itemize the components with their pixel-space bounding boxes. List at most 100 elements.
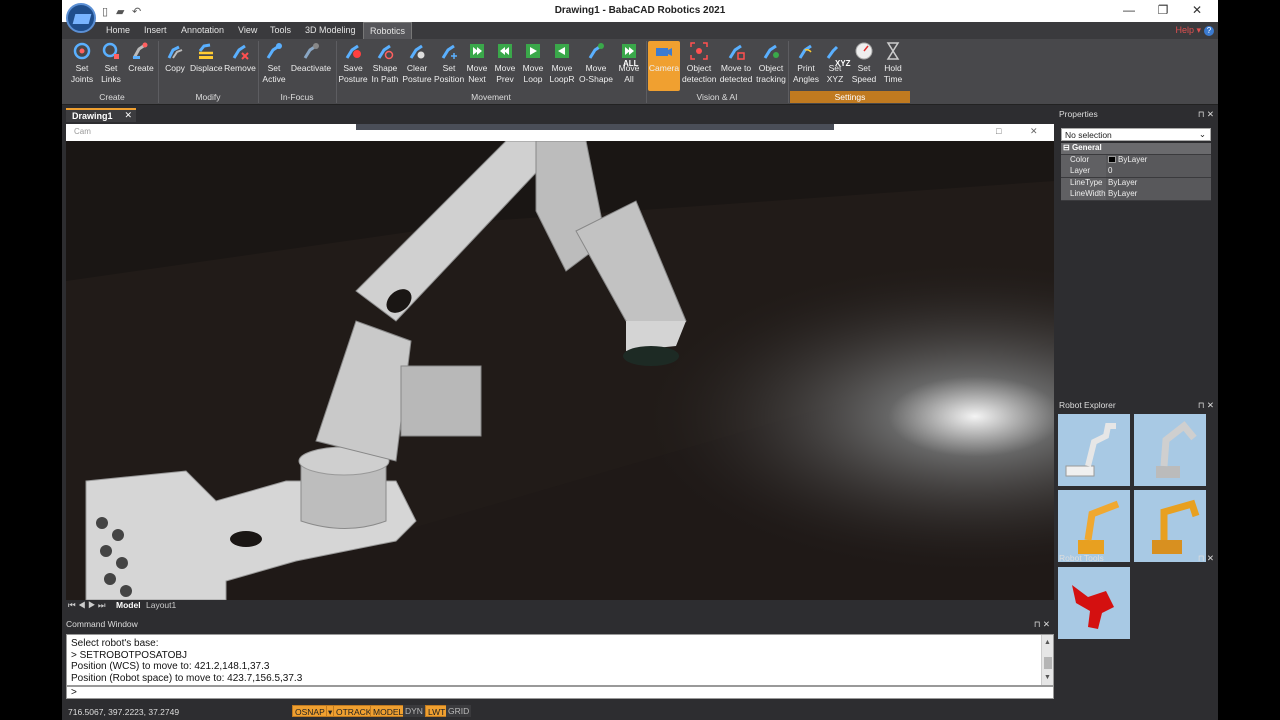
tab-tools[interactable]: Tools: [270, 25, 291, 35]
otrack-toggle[interactable]: OTRACK: [333, 705, 375, 717]
displace-button[interactable]: Displace: [190, 41, 223, 91]
object-detection-label-2: detection: [682, 74, 717, 84]
cam-maximize-icon[interactable]: □: [996, 126, 1001, 136]
robot-thumbnail[interactable]: [1134, 414, 1206, 486]
camera-button[interactable]: Camera: [648, 41, 680, 91]
move-loopr-button[interactable]: Move LoopR: [548, 41, 576, 91]
group-settings: Settings: [790, 91, 910, 103]
hold-time-button[interactable]: Hold Time: [880, 41, 906, 91]
deactivate-button[interactable]: Deactivate: [290, 41, 332, 91]
close-document-icon[interactable]: ✕: [124, 110, 132, 121]
set-active-button[interactable]: Set Active: [260, 41, 288, 91]
grid-toggle[interactable]: GRID: [446, 705, 472, 717]
robot-tools-pin-close-icon[interactable]: ⊓ ✕: [1198, 553, 1214, 564]
move-loop-button[interactable]: Move Loop: [520, 41, 546, 91]
set-active-label-2: Active: [262, 74, 286, 84]
title-bar: ▯ ▰ ↶ Drawing1 - BabaCAD Robotics 2021 —…: [62, 0, 1218, 33]
tab-insert[interactable]: Insert: [144, 25, 167, 35]
scroll-up-icon[interactable]: ▲: [1044, 637, 1051, 649]
property-row[interactable]: LineWidth ByLayer: [1061, 189, 1211, 201]
set-position-label-2: Position: [434, 74, 465, 84]
property-value[interactable]: 0: [1106, 166, 1211, 177]
gripper-tool-icon: [1072, 585, 1114, 629]
command-line: > SETROBOTPOSATOBJ: [71, 649, 188, 661]
set-speed-button[interactable]: Set Speed: [850, 41, 878, 91]
document-tab[interactable]: Drawing1 ✕: [66, 108, 136, 122]
create-button[interactable]: Create: [126, 41, 156, 91]
drawing-viewport[interactable]: Cam □ ✕: [66, 124, 1054, 600]
pin-close-icon[interactable]: ⊓ ✕: [1034, 619, 1050, 630]
scroll-down-icon[interactable]: ▼: [1044, 672, 1051, 684]
property-row[interactable]: Color ByLayer: [1061, 154, 1211, 166]
set-joints-button[interactable]: Set Joints: [68, 41, 96, 91]
copy-button[interactable]: Copy: [162, 41, 188, 91]
tab-annotation[interactable]: Annotation: [181, 25, 224, 35]
object-tracking-button[interactable]: Object tracking: [756, 41, 786, 91]
move-to-detected-label-2: detected: [719, 74, 753, 84]
dyn-toggle[interactable]: DYN: [403, 705, 425, 717]
property-row[interactable]: Layer 0: [1061, 166, 1211, 178]
cam-close-icon[interactable]: ✕: [1030, 126, 1038, 137]
command-scrollbar[interactable]: ▲ ▼: [1041, 635, 1053, 685]
set-position-icon: [441, 44, 457, 59]
robot-explorer-header: Robot Explorer ⊓ ✕: [1056, 400, 1216, 412]
restore-button[interactable]: ❐: [1148, 3, 1178, 17]
set-xyz-icon: [826, 45, 839, 59]
save-posture-button[interactable]: Save Posture: [338, 41, 368, 91]
remove-button[interactable]: Remove: [224, 41, 256, 91]
object-tracking-icon: [763, 44, 779, 59]
move-prev-button[interactable]: Move Prev: [492, 41, 518, 91]
tab-layout1[interactable]: Layout1: [146, 600, 176, 610]
lwt-toggle[interactable]: LWT: [425, 705, 449, 717]
property-row[interactable]: LineType ByLayer: [1061, 177, 1211, 189]
help-menu[interactable]: Help ▾?: [1175, 25, 1214, 36]
command-line: Select robot's base:: [71, 638, 159, 649]
minimize-button[interactable]: —: [1114, 3, 1144, 17]
osnap-toggle[interactable]: OSNAP: [292, 705, 328, 717]
property-value[interactable]: ByLayer: [1106, 177, 1211, 189]
gripper-tool-thumbnail[interactable]: [1058, 567, 1130, 639]
move-o-shape-label-2: O-Shape: [578, 74, 614, 84]
shape-in-path-label-1: Shape: [372, 63, 398, 73]
set-position-button[interactable]: Set Position: [434, 41, 464, 91]
print-angles-button[interactable]: Print Angles: [792, 41, 820, 91]
copy-robot-icon: [167, 45, 183, 59]
app-logo-icon[interactable]: [66, 3, 96, 33]
robot-thumbnail[interactable]: [1134, 490, 1206, 562]
clear-posture-button[interactable]: Clear Posture: [402, 41, 432, 91]
help-icon[interactable]: ?: [1204, 26, 1214, 36]
scroll-thumb[interactable]: [1044, 657, 1052, 669]
tab-model[interactable]: Model: [116, 600, 141, 610]
selection-dropdown[interactable]: No selection ⌄: [1061, 128, 1211, 141]
move-to-detected-button[interactable]: Move to detected: [718, 41, 754, 91]
set-links-button[interactable]: Set Links: [98, 41, 124, 91]
robot-explorer-pin-close-icon[interactable]: ⊓ ✕: [1198, 400, 1214, 411]
command-history[interactable]: Select robot's base: > SETROBOTPOSATOBJ …: [66, 634, 1054, 686]
tab-view[interactable]: View: [238, 25, 257, 35]
tab-3d-modeling[interactable]: 3D Modeling: [305, 25, 356, 35]
layout-nav-icon[interactable]: ⏮ ◀ ▶ ⏭: [68, 600, 106, 611]
shape-in-path-button[interactable]: Shape In Path: [370, 41, 400, 91]
save-posture-icon: [345, 44, 361, 59]
tab-robotics[interactable]: Robotics: [363, 22, 413, 39]
model-toggle[interactable]: MODEL: [370, 705, 407, 717]
command-line: Position (WCS) to move to: 421.2,148.1,3…: [71, 661, 270, 672]
set-joints-label-1: Set: [75, 63, 89, 73]
object-detection-button[interactable]: Object detection: [682, 41, 717, 91]
section-general[interactable]: ⊟ General: [1061, 143, 1211, 155]
command-line: Position (Robot space) to move to: 423.7…: [71, 672, 303, 684]
robot-arm-scene[interactable]: [66, 141, 1054, 600]
property-value[interactable]: ByLayer: [1106, 189, 1211, 200]
properties-pin-close-icon[interactable]: ⊓ ✕: [1198, 109, 1214, 120]
color-swatch: [1108, 155, 1116, 163]
command-input[interactable]: >: [66, 686, 1054, 699]
group-vision-ai: Vision & AI: [696, 92, 738, 102]
move-prev-label-1: Move: [494, 63, 516, 73]
move-o-shape-button[interactable]: Move O-Shape: [578, 41, 614, 91]
close-button[interactable]: ✕: [1182, 3, 1212, 17]
property-value[interactable]: ByLayer: [1106, 154, 1211, 166]
move-next-button[interactable]: Move Next: [464, 41, 490, 91]
robot-thumbnail[interactable]: [1058, 414, 1130, 486]
tab-home[interactable]: Home: [106, 25, 130, 35]
robot-thumbnail[interactable]: [1058, 490, 1130, 562]
